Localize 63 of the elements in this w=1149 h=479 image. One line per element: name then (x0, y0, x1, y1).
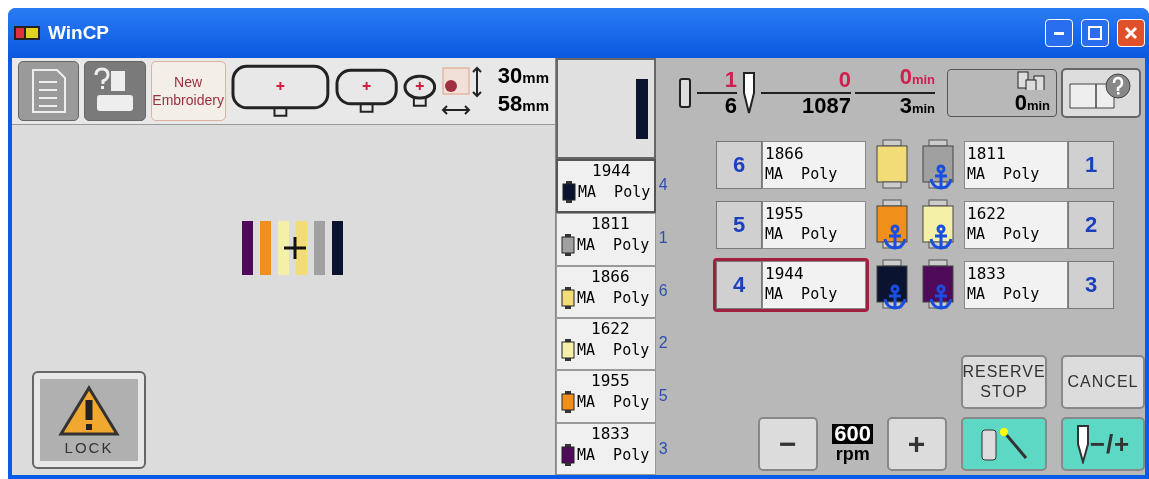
thread-list-item[interactable]: 1622 MA Poly (556, 318, 656, 371)
needle-number: 2 (657, 333, 669, 354)
width-value: 58mm (497, 91, 549, 118)
color-bar-icon (635, 78, 648, 139)
close-button[interactable] (1117, 19, 1145, 47)
needle-number: 3 (657, 438, 669, 459)
hoop-icon (402, 74, 437, 108)
thread-label: 1866 MA Poly (762, 141, 866, 189)
design-size-icon (441, 66, 485, 116)
app-logo-icon (14, 26, 40, 40)
time-total: 3min (899, 94, 935, 120)
needle-icon (1075, 424, 1090, 464)
color-total: 6 (724, 94, 737, 118)
close-icon (1124, 26, 1138, 40)
spool-icon (677, 77, 693, 109)
thread-list-item[interactable]: 1955 MA Poly (556, 370, 656, 423)
needle-number: 6 (657, 280, 669, 301)
needle-button[interactable]: 3 (1068, 261, 1114, 309)
time-current: 0min (855, 65, 935, 94)
window-title: WinCP (48, 22, 111, 44)
thread-list-item[interactable]: 1944 MA Poly (556, 159, 656, 214)
needle-button[interactable]: 4 (716, 261, 762, 309)
thread-list-item[interactable]: 1811 MA Poly (556, 213, 656, 266)
new-embroidery-button[interactable]: New Embroidery (150, 61, 226, 121)
spool-time: 0min (1014, 90, 1050, 116)
thread-wand-button[interactable] (961, 417, 1047, 471)
thread-label: 1811 MA Poly (964, 141, 1068, 189)
machine-help-button[interactable] (84, 61, 146, 121)
thread-label: 1622 MA Poly (964, 201, 1068, 249)
lock-button[interactable]: LOCK (32, 371, 146, 469)
cancel-button[interactable]: CANCEL (1061, 355, 1145, 409)
color-current: 1 (697, 68, 737, 94)
needle-number: 5 (657, 386, 669, 406)
checklist-button[interactable] (18, 61, 80, 121)
lock-label: LOCK (64, 438, 114, 456)
stitch-total: 1087 (802, 94, 851, 118)
reserve-stop-button[interactable]: RESERVE STOP (961, 355, 1047, 409)
thread-list-item[interactable]: 1833 MA Poly (556, 422, 656, 475)
hoop-icon (230, 64, 330, 118)
needle-number: 1 (657, 228, 669, 248)
needle-button[interactable]: 5 (716, 201, 762, 249)
minimize-button[interactable] (1045, 19, 1073, 47)
warning-icon (58, 384, 120, 437)
thread-label: 1955 MA Poly (762, 201, 866, 249)
help-button[interactable] (1061, 68, 1141, 118)
needle-adjust-button[interactable]: −/+ (1061, 417, 1145, 471)
needle-button[interactable]: 2 (1068, 201, 1114, 249)
thread-label: 1833 MA Poly (964, 261, 1068, 309)
stitch-current: 0 (761, 68, 851, 94)
needle-icon (741, 71, 757, 115)
thread-label: 1944 MA Poly (762, 261, 866, 309)
hoop-icon (334, 68, 398, 114)
needle-button[interactable]: 6 (716, 141, 762, 189)
needle-number: 4 (657, 175, 669, 196)
needle-button[interactable]: 1 (1068, 141, 1114, 189)
speed-up-button[interactable]: + (887, 417, 947, 471)
maximize-icon (1088, 26, 1102, 40)
speed-display: 600 rpm (832, 424, 873, 464)
height-value: 30mm (497, 63, 549, 90)
thread-list-item[interactable]: 1866 MA Poly (556, 265, 656, 318)
maximize-button[interactable] (1081, 19, 1109, 47)
speed-down-button[interactable]: − (758, 417, 819, 471)
minimize-icon (1054, 31, 1064, 35)
